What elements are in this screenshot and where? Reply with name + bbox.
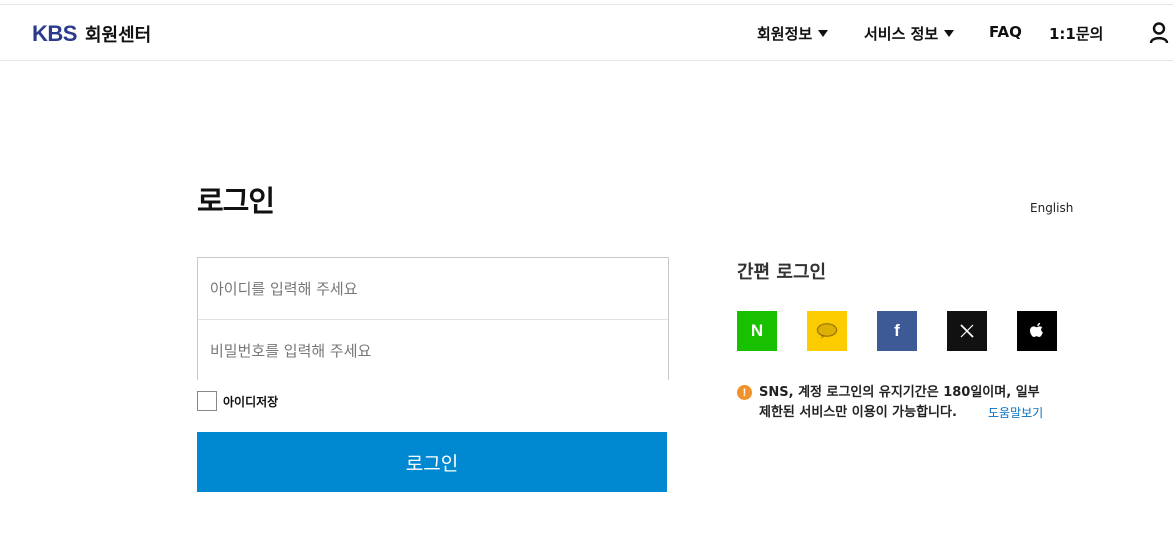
save-id-row: 아이디저장 xyxy=(197,391,278,411)
user-icon[interactable] xyxy=(1149,22,1169,44)
apple-login-button[interactable] xyxy=(1017,311,1057,351)
apple-icon xyxy=(1030,322,1043,337)
login-button[interactable]: 로그인 xyxy=(197,432,667,492)
nav-item-member-info[interactable]: 회원정보 xyxy=(757,23,829,44)
notice-line: SNS, 계정 로그인의 유지기간은 180일이며, 일부 xyxy=(759,385,1040,400)
naver-icon: N xyxy=(750,321,764,340)
main-nav: 회원정보 서비스 정보 FAQ 1:1문의 xyxy=(0,23,1173,47)
help-link[interactable]: 도움말보기 xyxy=(988,403,1043,423)
caret-down-icon xyxy=(818,30,829,37)
page-title: 로그인 xyxy=(197,184,275,218)
facebook-login-button[interactable]: f xyxy=(877,311,917,351)
naver-login-button[interactable]: N xyxy=(737,311,777,351)
nav-label: 서비스 정보 xyxy=(864,25,939,43)
x-login-button[interactable] xyxy=(947,311,987,351)
id-input[interactable] xyxy=(198,258,668,319)
english-link[interactable]: English xyxy=(1030,201,1073,215)
nav-item-faq[interactable]: FAQ xyxy=(989,23,1022,41)
password-input[interactable] xyxy=(198,320,668,381)
login-form-fields xyxy=(197,257,669,381)
x-icon xyxy=(960,324,974,338)
nav-item-inquiry[interactable]: 1:1문의 xyxy=(1049,23,1103,44)
caret-down-icon xyxy=(944,30,955,37)
kakao-icon xyxy=(816,323,838,339)
save-id-checkbox[interactable] xyxy=(197,391,217,411)
save-id-label[interactable]: 아이디저장 xyxy=(223,393,278,410)
sns-login-title: 간편 로그인 xyxy=(737,262,827,283)
nav-label: 회원정보 xyxy=(757,25,813,43)
nav-label: 1:1문의 xyxy=(1049,25,1104,43)
facebook-icon: f xyxy=(894,321,900,340)
nav-label: FAQ xyxy=(989,23,1022,41)
nav-item-service-info[interactable]: 서비스 정보 xyxy=(864,23,955,44)
info-icon: ! xyxy=(737,385,752,400)
kakao-login-button[interactable] xyxy=(807,311,847,351)
site-header: KBS 회원센터 회원정보 서비스 정보 FAQ 1:1문의 xyxy=(0,4,1173,61)
